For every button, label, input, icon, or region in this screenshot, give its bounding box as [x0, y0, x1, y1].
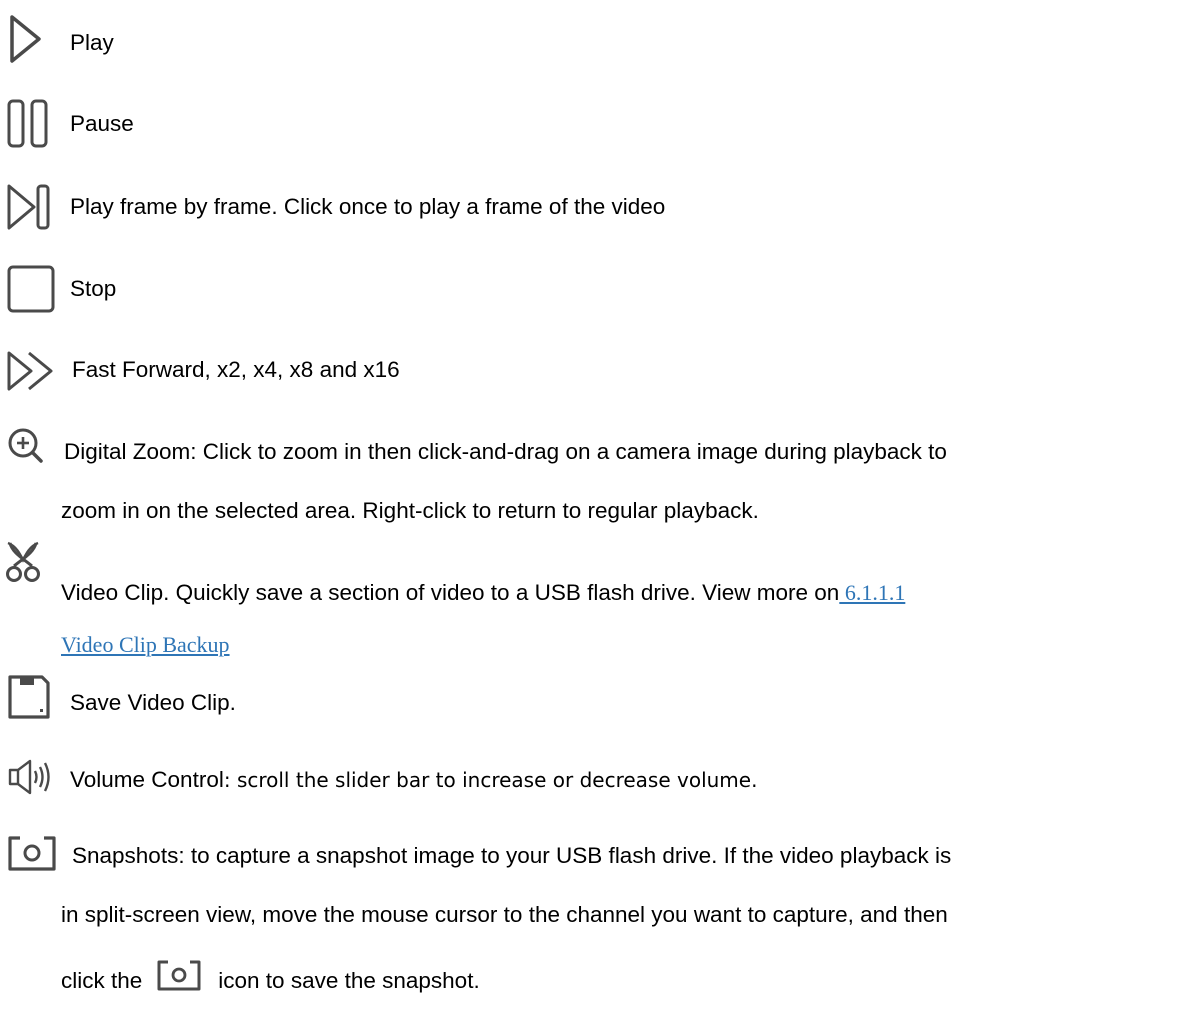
- snapshots-line3: click the icon to save the snapshot.: [61, 960, 480, 1002]
- video-clip-backup-link-number[interactable]: 6.1.1.1: [839, 580, 906, 605]
- snapshots-line2: in split-screen view, move the mouse cur…: [61, 902, 948, 927]
- volume-control-desc: : scroll the slider bar to increase or d…: [223, 768, 758, 792]
- snapshots-line1: Snapshots: to capture a snapshot image t…: [72, 843, 952, 868]
- pause-label: Pause: [70, 111, 134, 136]
- speaker-icon: [6, 757, 64, 797]
- frame-by-frame-label: Play frame by frame. Click once to play …: [70, 194, 666, 219]
- save-video-clip-label: Save Video Clip.: [70, 690, 236, 715]
- stop-icon: [6, 262, 56, 316]
- play-label: Play: [70, 30, 114, 55]
- snapshots-line3-post: icon to save the snapshot.: [218, 967, 480, 993]
- floppy-disk-icon: [6, 673, 52, 721]
- volume-control-title: Volume Control: [70, 767, 224, 792]
- digital-zoom-line1: Digital Zoom: Click to zoom in then clic…: [64, 439, 947, 464]
- frame-by-frame-icon: [6, 180, 58, 234]
- pause-icon: [6, 96, 56, 150]
- snapshots-line3-pre: click the: [61, 967, 143, 993]
- fast-forward-icon: [6, 347, 68, 395]
- fast-forward-label: Fast Forward, x2, x4, x8 and x16: [72, 357, 400, 382]
- video-clip-backup-link[interactable]: Video Clip Backup: [61, 632, 230, 658]
- stop-label: Stop: [70, 276, 117, 301]
- video-clip-text: Video Clip. Quickly save a section of vi…: [61, 580, 840, 605]
- volume-control-label: Volume Control: scroll the slider bar to…: [70, 767, 757, 793]
- digital-zoom-line2: zoom in on the selected area. Right-clic…: [61, 498, 759, 523]
- scissors-icon: [6, 540, 42, 584]
- play-icon: [6, 12, 44, 66]
- camera-icon: [156, 958, 202, 998]
- camera-icon: [6, 833, 60, 873]
- zoom-in-icon: [6, 426, 46, 466]
- video-clip-label: Video Clip. Quickly save a section of vi…: [61, 580, 905, 606]
